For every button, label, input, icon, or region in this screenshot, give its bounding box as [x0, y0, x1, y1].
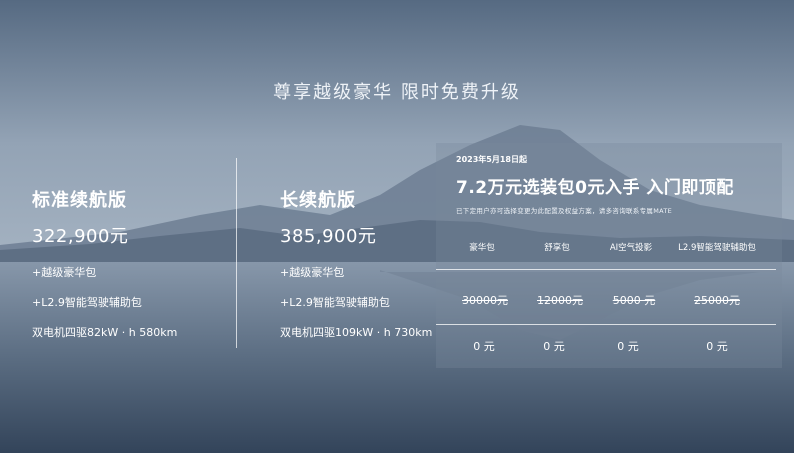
variant-standard-range: 标准续航版 322,900元 +越级豪华包 +L2.9智能驾驶辅助包 双电机四驱…: [32, 186, 232, 340]
variant-divider: [236, 158, 237, 348]
page-headline: 尊享越级豪华 限时免费升级: [273, 82, 521, 103]
variant-price: 322,900元: [32, 226, 129, 247]
package-original-price: 25000元: [694, 294, 740, 307]
variant-name: 标准续航版: [32, 190, 127, 211]
package-original-price: 5000 元: [612, 294, 656, 307]
table-divider: [436, 269, 776, 270]
promo-note: 已下定用户亦可选择变更为此配置及权益方案，请多咨询联系专属MATE: [456, 207, 673, 215]
table-divider: [436, 324, 776, 325]
package-name: AI空气投影: [609, 243, 653, 253]
promo-panel: 2023年5月18日起 7.2万元选装包0元入手 入门即顶配 已下定用户亦可选择…: [436, 143, 782, 368]
promo-date: 2023年5月18日起: [456, 155, 527, 164]
package-promo-price: 0 元: [706, 340, 728, 353]
package-name: 豪华包: [469, 243, 495, 253]
variant-feature-adas: +L2.9智能驾驶辅助包: [32, 296, 142, 309]
variant-spec: 双电机四驱82kW · h 580km: [32, 326, 178, 339]
variant-feature-luxury: +越级豪华包: [32, 266, 97, 279]
promo-title: 7.2万元选装包0元入手 入门即顶配: [456, 178, 734, 198]
package-original-price: 30000元: [462, 294, 508, 307]
package-name: L2.9智能驾驶辅助包: [678, 243, 756, 253]
package-promo-price: 0 元: [617, 340, 639, 353]
